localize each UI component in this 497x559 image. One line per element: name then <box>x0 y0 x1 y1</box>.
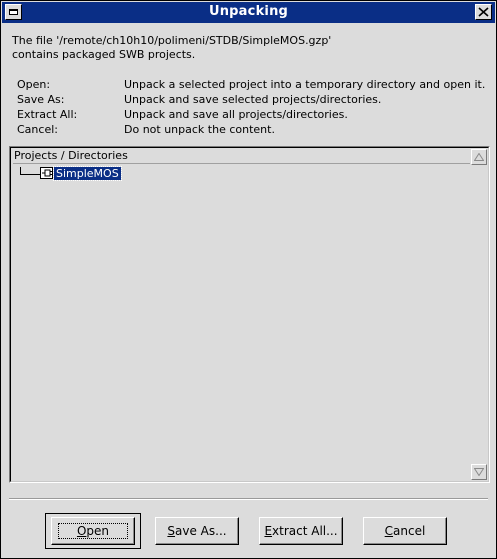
message-text: The file '/remote/ch10h10/polimeni/STDB/… <box>12 34 331 62</box>
definition-key: Cancel: <box>17 123 58 136</box>
close-icon <box>478 7 489 17</box>
scroll-up-button[interactable] <box>471 149 487 165</box>
definition-cancel: Cancel: Do not unpack the content. <box>17 123 485 138</box>
open-button[interactable]: Open <box>51 517 135 545</box>
separator <box>9 498 488 500</box>
save-as-mnemonic: S <box>167 524 176 538</box>
project-icon <box>40 167 53 179</box>
save-as-button[interactable]: Save As... <box>155 517 239 545</box>
open-button-mnemonic: O <box>76 524 87 538</box>
definition-desc: Unpack and save selected projects/direct… <box>124 93 382 106</box>
projects-tree-panel: Projects / Directories SimpleMOS <box>9 146 490 483</box>
extract-all-label: xtract All... <box>272 524 338 538</box>
extract-all-button[interactable]: Extract All... <box>259 517 343 545</box>
tree-connector <box>20 174 40 175</box>
definition-desc: Unpack and save all projects/directories… <box>124 108 348 121</box>
arrow-down-icon <box>474 468 484 476</box>
unpacking-dialog: Unpacking The file '/remote/ch10h10/poli… <box>0 0 497 559</box>
save-as-label: ave As... <box>175 524 227 538</box>
definition-save-as: Save As: Unpack and save selected projec… <box>17 93 485 108</box>
scroll-down-button[interactable] <box>471 464 487 480</box>
definition-desc: Do not unpack the content. <box>124 123 275 136</box>
definition-desc: Unpack a selected project into a tempora… <box>124 78 486 91</box>
cancel-mnemonic: C <box>384 524 394 538</box>
open-button-label: pen <box>86 524 110 538</box>
definition-key: Extract All: <box>17 108 78 121</box>
message-line-2: contains packaged SWB projects. <box>12 48 196 61</box>
definition-key: Save As: <box>17 93 65 106</box>
cancel-button[interactable]: Cancel <box>363 517 447 545</box>
message-line-1: The file '/remote/ch10h10/polimeni/STDB/… <box>12 34 332 47</box>
close-button[interactable] <box>475 4 492 20</box>
action-definitions: Open: Unpack a selected project into a t… <box>17 78 485 138</box>
scroll-track[interactable] <box>471 165 487 464</box>
definition-open: Open: Unpack a selected project into a t… <box>17 78 485 93</box>
arrow-up-icon <box>474 153 484 161</box>
tree-column-header[interactable]: Projects / Directories <box>13 149 470 164</box>
cancel-label: ancel <box>393 524 426 538</box>
definition-extract-all: Extract All: Unpack and save all project… <box>17 108 485 123</box>
extract-all-mnemonic: E <box>264 524 273 538</box>
vertical-scrollbar[interactable] <box>471 149 487 480</box>
projects-tree-frame: Projects / Directories SimpleMOS <box>10 147 489 482</box>
title-bar[interactable]: Unpacking <box>2 2 495 23</box>
tree-item-simplemos[interactable]: SimpleMOS <box>53 166 122 181</box>
window-title: Unpacking <box>208 4 289 19</box>
definition-key: Open: <box>17 78 51 91</box>
